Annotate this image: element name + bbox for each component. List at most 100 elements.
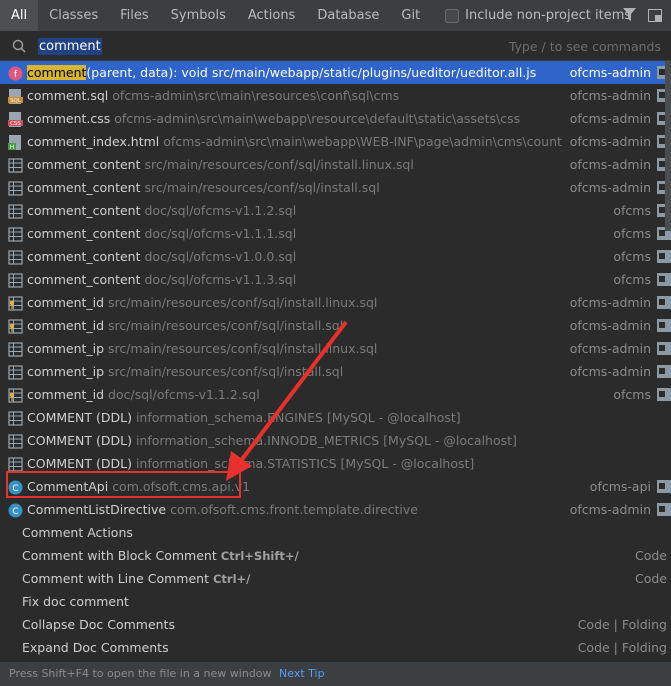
result-name-text: comment_id [27, 387, 105, 402]
action-label: Expand Doc Comments [22, 640, 169, 655]
action-row[interactable]: Fix doc comment [0, 590, 671, 613]
result-name: comment_ip src/main/resources/conf/sql/i… [27, 360, 343, 383]
result-module: ofcms-admin [569, 364, 651, 379]
result-name-text: comment_index.html [27, 134, 160, 149]
tab-database[interactable]: Database [306, 0, 390, 31]
action-row[interactable]: Collapse Doc Comments Code | Folding [0, 613, 671, 636]
result-row[interactable]: COMMENT (DDL) information_schema.INNODB_… [0, 429, 671, 452]
result-row[interactable]: comment_content doc/sql/ofcms-v1.1.1.sql… [0, 222, 671, 245]
result-name: comment_content src/main/resources/conf/… [27, 153, 414, 176]
result-name: comment_content doc/sql/ofcms-v1.0.0.sql [27, 245, 296, 268]
result-name-text: COMMENT (DDL) [27, 456, 132, 471]
result-module: ofcms-admin [569, 341, 651, 356]
result-path: doc/sql/ofcms-v1.0.0.sql [144, 249, 297, 264]
table-icon [8, 272, 23, 288]
result-path: src/main/resources/conf/sql/install.linu… [108, 341, 378, 356]
result-path: src/main/resources/conf/sql/install.sql [144, 180, 380, 195]
result-row[interactable]: COMMENT (DDL) information_schema.STATIST… [0, 452, 671, 475]
footer-tip: Press Shift+F4 to open the file in a new… [0, 662, 671, 686]
action-label-wrap: Collapse Doc Comments [22, 613, 175, 636]
result-module: ofcms-admin [569, 134, 651, 149]
result-row[interactable]: Hcomment_index.html ofcms-admin\src\main… [0, 130, 671, 153]
result-path: src/main/resources/conf/sql/install.linu… [108, 295, 378, 310]
class-icon: C [8, 479, 23, 495]
action-row[interactable]: Comment Actions [0, 521, 671, 544]
result-name-text: COMMENT (DDL) [27, 410, 132, 425]
include-non-project-checkbox[interactable] [445, 8, 460, 23]
module-icon [657, 342, 671, 355]
action-row[interactable]: Comment with Block Comment Ctrl+Shift+/Co… [0, 544, 671, 567]
result-name-text: comment_content [27, 157, 141, 172]
table-icon [8, 157, 23, 173]
result-row[interactable]: comment_content doc/sql/ofcms-v1.0.0.sql… [0, 245, 671, 268]
table-icon [8, 364, 23, 380]
result-row[interactable]: COMMENT (DDL) information_schema.ENGINES… [0, 406, 671, 429]
search-icon [11, 38, 27, 54]
tab-git[interactable]: Git [390, 0, 431, 31]
module-icon [657, 250, 671, 263]
search-hint: Type / to see commands [508, 39, 661, 54]
action-label: Fix doc comment [22, 594, 129, 609]
result-name-text: comment_content [27, 180, 141, 195]
tab-classes[interactable]: Classes [38, 0, 109, 31]
tab-symbols[interactable]: Symbols [160, 0, 237, 31]
svg-text:H: H [10, 144, 15, 150]
table-icon [8, 203, 23, 219]
result-name-text: comment_ip [27, 364, 105, 379]
action-row[interactable]: Expand Doc Comments Code | Folding [0, 636, 671, 659]
tab-actions[interactable]: Actions [237, 0, 307, 31]
tab-all[interactable]: All [0, 0, 39, 31]
result-module: ofcms [613, 249, 651, 264]
result-row[interactable]: comment_content src/main/resources/conf/… [0, 176, 671, 199]
filter-icon[interactable] [621, 6, 637, 24]
result-path: ofcms-admin\src\main\webapp\resource\def… [114, 111, 521, 126]
table-icon [8, 341, 23, 357]
action-group: Code [634, 571, 667, 586]
result-name-text: comment_id [27, 318, 105, 333]
result-row[interactable]: comment_content src/main/resources/conf/… [0, 153, 671, 176]
include-non-project-label: Include non-project items [465, 8, 632, 23]
result-name-text: comment.sql [27, 88, 109, 103]
key-table-icon [8, 295, 23, 311]
result-row[interactable]: CSS comment.css ofcms-admin\src\main\weba… [0, 107, 671, 130]
action-group: Code | Folding [577, 640, 667, 655]
svg-text:C: C [12, 484, 18, 494]
result-row[interactable]: comment_content doc/sql/ofcms-v1.1.2.sql… [0, 199, 671, 222]
result-row[interactable]: f comment(parent, data): void src/main/we… [0, 61, 671, 84]
function-icon: f [8, 65, 23, 81]
result-path: doc/sql/ofcms-v1.1.1.sql [144, 226, 297, 241]
key-table-icon [8, 318, 23, 334]
tab-files[interactable]: Files [109, 0, 160, 31]
result-name: comment_id doc/sql/ofcms-v1.1.2.sql [27, 383, 260, 406]
result-row[interactable]: comment_content doc/sql/ofcms-v1.1.3.sql… [0, 268, 671, 291]
module-icon [657, 273, 671, 286]
result-name-text: comment_content [27, 249, 141, 264]
action-row[interactable]: Comment with Line Comment Ctrl+/ Code [0, 567, 671, 590]
results-scrollbar[interactable] [665, 61, 671, 231]
result-row[interactable]: C CommentApi com.ofsoft.cms.api.v1 ofcms-a… [0, 475, 671, 498]
result-name-text: CommentListDirective [27, 502, 167, 517]
search-input[interactable]: comment [38, 37, 102, 55]
include-non-project-toggle[interactable]: Include non-project items [445, 8, 631, 23]
result-module: ofcms-admin [569, 180, 651, 195]
action-label-wrap: Expand Doc Comments [22, 636, 169, 659]
result-row[interactable]: comment_id doc/sql/ofcms-v1.1.2.sql ofcms [0, 383, 671, 406]
action-group: Code | Folding [577, 617, 667, 632]
result-module: ofcms-admin [569, 111, 651, 126]
result-row[interactable]: comment_ip src/main/resources/conf/sql/i… [0, 360, 671, 383]
window-icon[interactable] [647, 6, 663, 24]
result-module: ofcms-admin [569, 295, 651, 310]
result-row[interactable]: SQL comment.sql ofcms-admin\src\main\reso… [0, 84, 671, 107]
result-row[interactable]: C CommentListDirective com.ofsoft.cms.fro… [0, 498, 671, 521]
result-row[interactable]: comment_id src/main/resources/conf/sql/i… [0, 291, 671, 314]
result-row[interactable]: comment_ip src/main/resources/conf/sql/i… [0, 337, 671, 360]
result-path: ofcms-admin\src\main\resources\conf\sql\… [112, 88, 400, 103]
result-path: src/main/resources/conf/sql/install.sql [108, 364, 344, 379]
result-row[interactable]: comment_id src/main/resources/conf/sql/i… [0, 314, 671, 337]
table-icon [8, 456, 23, 472]
module-icon [657, 480, 671, 493]
result-path: information_schema.INNODB_METRICS [MySQL… [135, 433, 517, 448]
result-name: comment_ip src/main/resources/conf/sql/i… [27, 337, 377, 360]
result-path: information_schema.ENGINES [MySQL - @loc… [135, 410, 461, 425]
next-tip-link[interactable]: Next Tip [279, 667, 325, 680]
